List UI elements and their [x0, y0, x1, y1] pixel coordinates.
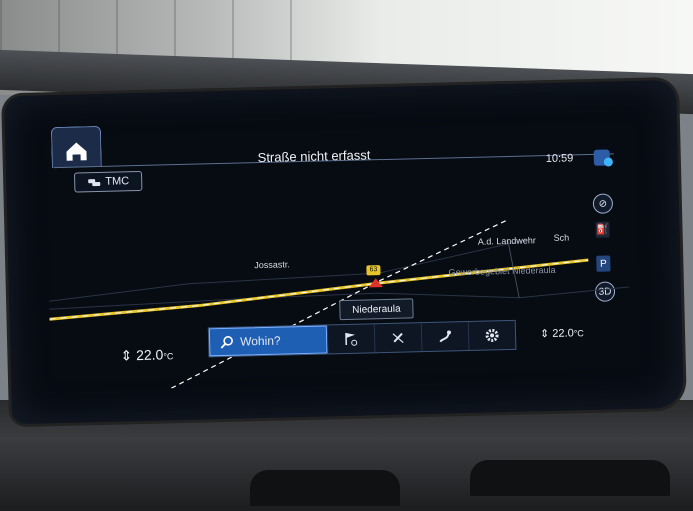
notification-dot — [603, 157, 613, 167]
climate-temp-right[interactable]: ⇕ 22.0°C — [540, 326, 584, 340]
left-temp-unit: °C — [163, 351, 174, 362]
home-button[interactable] — [50, 125, 102, 169]
home-icon — [66, 142, 87, 161]
page-title: Straße nicht erfasst — [257, 147, 371, 166]
air-vent-right — [470, 460, 670, 496]
traffic-cars-icon — [88, 179, 101, 187]
street-label-sch: Sch — [553, 232, 570, 243]
route-button[interactable] — [420, 321, 469, 352]
search-icon — [220, 336, 233, 349]
street-label-landwehr: A.d. Landwehr — [477, 235, 536, 247]
right-temp-unit: °C — [573, 328, 584, 339]
vehicle-position-icon — [368, 278, 383, 288]
no-route-icon — [392, 332, 404, 344]
current-street: Niederaula — [339, 298, 414, 321]
settings-button[interactable] — [467, 320, 516, 350]
climate-temp-left[interactable]: ⇕ 22.0°C — [120, 346, 173, 364]
clock: 10:59 — [545, 152, 574, 166]
street-label-jossastr: Jossastr. — [254, 259, 290, 271]
destination-flag-button[interactable] — [326, 324, 375, 354]
right-temp-value: 22.0 — [552, 327, 574, 340]
air-vent-left — [250, 470, 400, 506]
wohin-search-button[interactable]: Wohin? — [208, 325, 328, 357]
route-icon — [439, 330, 451, 343]
destination-flag-icon — [345, 332, 358, 346]
speed-limit-sign: 63 — [366, 265, 381, 276]
settings-gear-icon — [485, 328, 499, 342]
wohin-label: Wohin? — [239, 333, 281, 349]
left-temp-value: 22.0 — [135, 346, 164, 364]
infotainment-screen: Straße nicht erfasst 10:59 TMC ⊘ ⛽ P 3D … — [4, 79, 684, 425]
no-route-button[interactable] — [373, 323, 422, 353]
tmc-label: TMC — [105, 175, 130, 188]
